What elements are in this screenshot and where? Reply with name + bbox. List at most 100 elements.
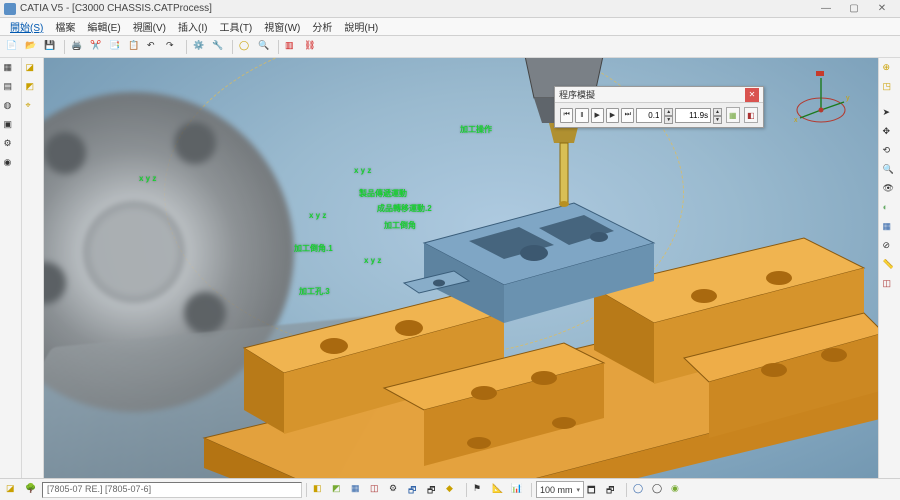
flag-icon: ⚑ bbox=[473, 483, 487, 497]
sim-panel-header[interactable]: 程序模擬 ✕ bbox=[555, 87, 763, 103]
redo-button[interactable]: ↷ bbox=[164, 38, 182, 56]
cut-button[interactable]: ✂️ bbox=[88, 38, 106, 56]
undo-button[interactable]: ↶ bbox=[145, 38, 163, 56]
sb-k[interactable]: 📐 bbox=[490, 481, 508, 499]
play-button[interactable]: ▶ bbox=[591, 108, 604, 123]
lt-f[interactable]: ◉ bbox=[2, 155, 20, 173]
menu-file[interactable]: 檔案 bbox=[49, 17, 81, 36]
rt-view[interactable]: ◳ bbox=[881, 79, 899, 97]
rt-pan[interactable]: ✥ bbox=[881, 124, 899, 142]
tool-e[interactable]: ▥ bbox=[283, 38, 301, 56]
separator bbox=[626, 483, 627, 497]
tool-a[interactable]: ⚙️ bbox=[191, 38, 209, 56]
menu-view[interactable]: 視圖(V) bbox=[127, 17, 172, 36]
step-fwd-button[interactable]: ▶ bbox=[606, 108, 619, 123]
tool-b[interactable]: 🔧 bbox=[210, 38, 228, 56]
paste-button[interactable]: 📋 bbox=[126, 38, 144, 56]
lt-a[interactable]: ▦ bbox=[2, 60, 20, 78]
gear-icon: ⚙ bbox=[4, 138, 18, 152]
pause-button[interactable]: Ⅱ bbox=[575, 108, 588, 123]
sb-o[interactable]: ◯ bbox=[631, 481, 649, 499]
lt2-c[interactable]: ⌖ bbox=[24, 98, 42, 116]
menu-insert[interactable]: 插入(I) bbox=[172, 17, 213, 36]
icon: ◩ bbox=[332, 483, 346, 497]
open-button[interactable]: 📂 bbox=[23, 38, 41, 56]
rt-rotate[interactable]: ⟲ bbox=[881, 143, 899, 161]
sb-l[interactable]: 📊 bbox=[509, 481, 527, 499]
menu-help[interactable]: 說明(H) bbox=[338, 17, 384, 36]
lt-e[interactable]: ⚙ bbox=[2, 136, 20, 154]
rt-f[interactable]: ◫ bbox=[881, 276, 899, 294]
save-icon: 💾 bbox=[44, 40, 58, 54]
skip-back-button[interactable]: ⏮ bbox=[560, 108, 573, 123]
close-button[interactable]: ✕ bbox=[868, 1, 896, 17]
sb-j[interactable]: ◆ bbox=[444, 481, 462, 499]
rt-zoom[interactable]: 🔍 bbox=[881, 162, 899, 180]
sb-i[interactable]: 🗗 bbox=[425, 481, 443, 499]
separator bbox=[278, 40, 279, 54]
copy-button[interactable]: 📑 bbox=[107, 38, 125, 56]
status-bar: ◪ 🌳 [7805-07 RE.] [7805-07-6] ◧ ◩ ▦ ◫ ⚙ … bbox=[0, 478, 900, 500]
sim-speed-field[interactable] bbox=[636, 108, 662, 123]
right-toolbar: ⊕ ◳ ➤ ✥ ⟲ 🔍 👁 ◐ ▦ ⊘ 📏 ◫ bbox=[878, 58, 900, 478]
rt-c[interactable]: ▦ bbox=[881, 219, 899, 237]
sb-q[interactable]: ◉ bbox=[669, 481, 687, 499]
sim-close-button[interactable]: ✕ bbox=[745, 88, 759, 102]
left-toolbar-2: ◪ ◩ ⌖ bbox=[22, 58, 44, 478]
sb-a[interactable]: ◪ bbox=[4, 481, 22, 499]
tool-d[interactable]: 🔍 bbox=[256, 38, 274, 56]
view-compass[interactable]: y x z bbox=[786, 68, 856, 128]
view-icon: ◳ bbox=[883, 81, 897, 95]
rt-b[interactable]: ◐ bbox=[881, 200, 899, 218]
icon: ◧ bbox=[313, 483, 327, 497]
sb-e[interactable]: ▦ bbox=[349, 481, 367, 499]
node-icon: ◉ bbox=[4, 157, 18, 171]
sim-record-button[interactable]: ◧ bbox=[744, 107, 758, 123]
sim-time-field[interactable] bbox=[675, 108, 711, 123]
sim-speed-spinner[interactable]: ▲▼ bbox=[664, 108, 673, 123]
menu-edit[interactable]: 編輯(E) bbox=[81, 17, 126, 36]
sb-c[interactable]: ◧ bbox=[311, 481, 329, 499]
menu-window[interactable]: 視窗(W) bbox=[258, 17, 306, 36]
rt-select[interactable]: ➤ bbox=[881, 105, 899, 123]
menu-start[interactable]: 開始(S) bbox=[4, 17, 49, 36]
menu-tools[interactable]: 工具(T) bbox=[213, 17, 258, 36]
viewport[interactable]: 加工操作 製品傳遞運動 加工倒角.1 加工倒角 成品轉移運動.2 加工孔.3 x… bbox=[44, 58, 878, 478]
sb-d[interactable]: ◩ bbox=[330, 481, 348, 499]
paste-icon: 📋 bbox=[128, 40, 142, 54]
tool-f[interactable]: ⛓ bbox=[302, 38, 320, 56]
sim-options-button[interactable]: ▦ bbox=[726, 107, 740, 123]
lt-c[interactable]: ◍ bbox=[2, 98, 20, 116]
options-icon: ▦ bbox=[729, 111, 737, 120]
sb-f[interactable]: ◫ bbox=[368, 481, 386, 499]
lt2-a[interactable]: ◪ bbox=[24, 60, 42, 78]
menu-analyze[interactable]: 分析 bbox=[306, 17, 338, 36]
lt-b[interactable]: ▤ bbox=[2, 79, 20, 97]
rt-d[interactable]: ⊘ bbox=[881, 238, 899, 256]
app-icon bbox=[4, 3, 16, 15]
skip-fwd-button[interactable]: ⏭ bbox=[621, 108, 634, 123]
sb-m[interactable]: 🗖 bbox=[585, 481, 603, 499]
lt-d[interactable]: ▣ bbox=[2, 117, 20, 135]
sb-n[interactable]: 🗗 bbox=[604, 481, 622, 499]
lt2-b[interactable]: ◩ bbox=[24, 79, 42, 97]
sb-p[interactable]: ◯ bbox=[650, 481, 668, 499]
tool-c[interactable]: ◯ bbox=[237, 38, 255, 56]
rt-e[interactable]: 📏 bbox=[881, 257, 899, 275]
rt-fit[interactable]: ⊕ bbox=[881, 60, 899, 78]
print-button[interactable]: 🖨️ bbox=[69, 38, 87, 56]
sb-h[interactable]: 🗗 bbox=[406, 481, 424, 499]
sb-flag[interactable]: ⚑ bbox=[471, 481, 489, 499]
sim-time-spinner[interactable]: ▲▼ bbox=[713, 108, 722, 123]
minimize-button[interactable]: — bbox=[812, 1, 840, 17]
save-button[interactable]: 💾 bbox=[42, 38, 60, 56]
length-combo[interactable]: 100 mm bbox=[536, 481, 584, 498]
sphere-icon: ◍ bbox=[4, 100, 18, 114]
new-button[interactable]: 📄 bbox=[4, 38, 22, 56]
sb-b[interactable]: 🌳 bbox=[23, 481, 41, 499]
print-icon: 🖨️ bbox=[71, 40, 85, 54]
rotate-icon: ⟲ bbox=[883, 145, 897, 159]
sb-g[interactable]: ⚙ bbox=[387, 481, 405, 499]
rt-a[interactable]: 👁 bbox=[881, 181, 899, 199]
maximize-button[interactable]: ▢ bbox=[840, 1, 868, 17]
